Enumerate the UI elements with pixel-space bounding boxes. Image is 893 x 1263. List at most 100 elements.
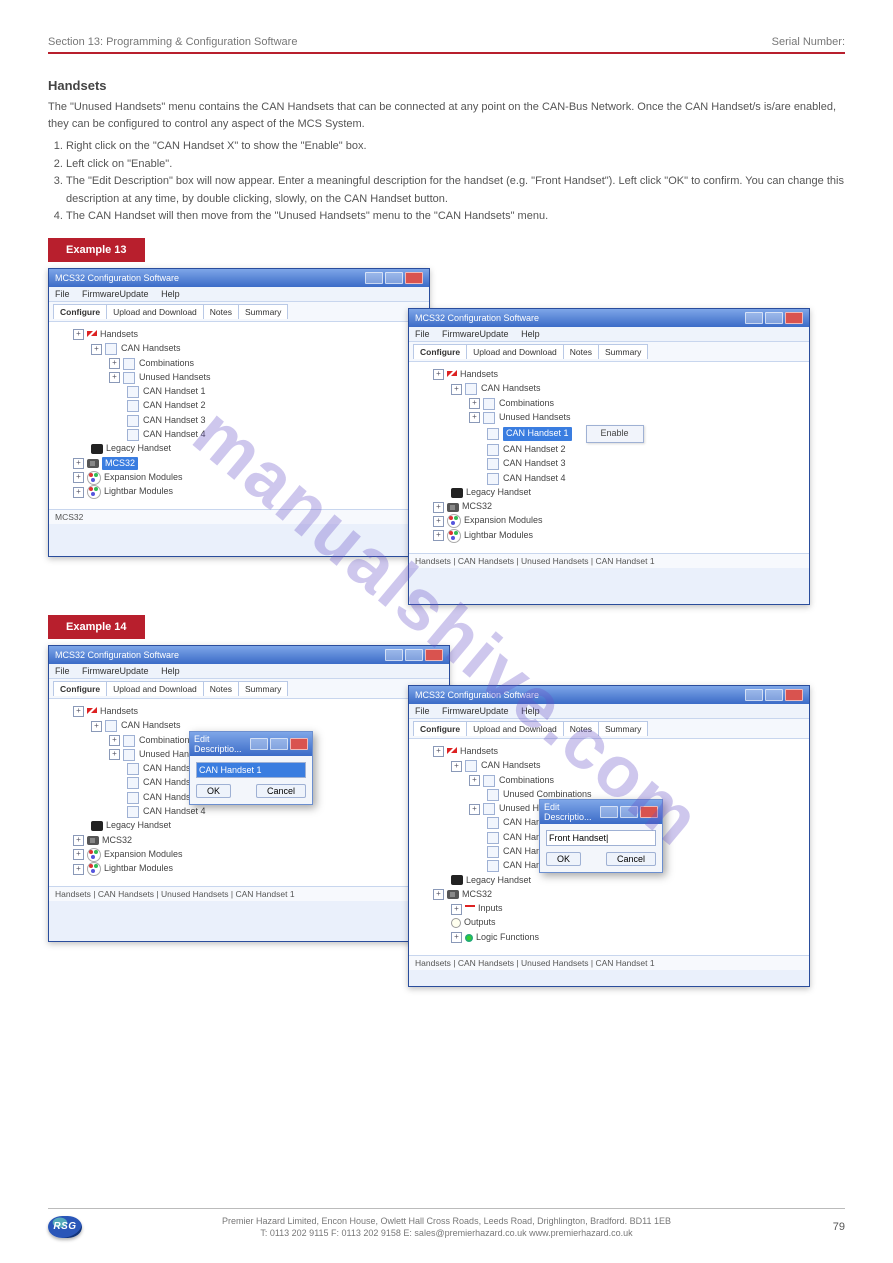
tree-node-logic[interactable]: Logic Functions xyxy=(476,931,539,945)
tree-node-handsets[interactable]: Handsets xyxy=(100,328,138,342)
ok-button[interactable]: OK xyxy=(196,784,231,798)
tree-node-handsets[interactable]: Handsets xyxy=(460,745,498,759)
tree-node-mcs32[interactable]: MCS32 xyxy=(462,500,492,514)
edit-description-dialog[interactable]: Edit Descriptio... OK Cancel xyxy=(189,731,313,805)
close-icon[interactable] xyxy=(290,738,308,750)
tree-node-ch2[interactable]: CAN Handset 2 xyxy=(143,399,206,413)
tree-node-unused-handsets[interactable]: Unused Handsets xyxy=(499,411,571,425)
tree-node-ch2[interactable]: CAN Handset 2 xyxy=(503,443,566,457)
cancel-button[interactable]: Cancel xyxy=(606,852,656,866)
tree-node-legacy[interactable]: Legacy Handset xyxy=(106,819,171,833)
tree-node-ch4[interactable]: CAN Handset 4 xyxy=(503,472,566,486)
tree-node-mcs32[interactable]: MCS32 xyxy=(102,834,132,848)
window-controls[interactable] xyxy=(745,312,803,324)
window-titlebar[interactable]: MCS32 Configuration Software xyxy=(49,269,429,287)
edit-description-dialog[interactable]: Edit Descriptio... OK Cancel xyxy=(539,799,663,873)
tree-node-ch1[interactable]: CAN Handset 1 xyxy=(503,427,572,441)
tree-node-lightbar[interactable]: Lightbar Modules xyxy=(104,485,173,499)
cancel-button[interactable]: Cancel xyxy=(256,784,306,798)
tree-node-inputs[interactable]: Inputs xyxy=(478,902,503,916)
tab-summary[interactable]: Summary xyxy=(238,304,288,319)
tree-node-handsets[interactable]: Handsets xyxy=(100,705,138,719)
tree-node-legacy[interactable]: Legacy Handset xyxy=(106,442,171,456)
menubar[interactable]: File FirmwareUpdate Help xyxy=(49,664,449,679)
tabstrip[interactable]: Configure Upload and Download Notes Summ… xyxy=(409,342,809,362)
window-controls[interactable] xyxy=(365,272,423,284)
tree-node-ch4[interactable]: CAN Handset 4 xyxy=(143,805,206,819)
tree-node-can-handsets[interactable]: CAN Handsets xyxy=(481,759,541,773)
tree-node-expansion[interactable]: Expansion Modules xyxy=(464,514,543,528)
tab-summary[interactable]: Summary xyxy=(238,681,288,696)
window-controls[interactable] xyxy=(385,649,443,661)
tab-configure[interactable]: Configure xyxy=(413,344,467,359)
tab-notes[interactable]: Notes xyxy=(203,304,239,319)
window-titlebar[interactable]: MCS32 Configuration Software xyxy=(409,686,809,704)
menu-help[interactable]: Help xyxy=(521,329,540,339)
tree-node-outputs[interactable]: Outputs xyxy=(464,916,496,930)
menu-file[interactable]: File xyxy=(55,666,70,676)
example13-figure: MCS32 Configuration Software File Firmwa… xyxy=(48,268,845,603)
tree-node-mcs32[interactable]: MCS32 xyxy=(462,888,492,902)
menu-firmware[interactable]: FirmwareUpdate xyxy=(82,666,149,676)
tab-upload-download[interactable]: Upload and Download xyxy=(106,304,204,319)
tree-node-ch3[interactable]: CAN Handset 3 xyxy=(143,414,206,428)
description-input[interactable] xyxy=(546,830,656,846)
tabstrip[interactable]: Configure Upload and Download Notes Summ… xyxy=(49,679,449,699)
tree-node-unused-handsets[interactable]: Unused Handsets xyxy=(139,371,211,385)
menu-file[interactable]: File xyxy=(415,706,430,716)
tab-notes[interactable]: Notes xyxy=(563,344,599,359)
config-tree[interactable]: +Handsets +CAN Handsets +Combinations +U… xyxy=(417,368,801,543)
tree-node-ch4[interactable]: CAN Handset 4 xyxy=(143,428,206,442)
tree-node-can-handsets[interactable]: CAN Handsets xyxy=(121,719,181,733)
menu-help[interactable]: Help xyxy=(161,289,180,299)
window-controls[interactable] xyxy=(745,689,803,701)
window-titlebar[interactable]: MCS32 Configuration Software xyxy=(409,309,809,327)
menu-firmware[interactable]: FirmwareUpdate xyxy=(442,706,509,716)
tab-notes[interactable]: Notes xyxy=(563,721,599,736)
tree-node-lightbar[interactable]: Lightbar Modules xyxy=(104,862,173,876)
tree-node-legacy[interactable]: Legacy Handset xyxy=(466,874,531,888)
tree-node-can-handsets[interactable]: CAN Handsets xyxy=(121,342,181,356)
menubar[interactable]: File FirmwareUpdate Help xyxy=(49,287,429,302)
tab-upload-download[interactable]: Upload and Download xyxy=(466,344,564,359)
handset-icon xyxy=(91,444,103,454)
tree-node-combinations[interactable]: Combinations xyxy=(499,397,554,411)
config-tree[interactable]: +Handsets +CAN Handsets +Combinations +U… xyxy=(57,328,421,499)
tree-node-expansion[interactable]: Expansion Modules xyxy=(104,471,183,485)
tabstrip[interactable]: Configure Upload and Download Notes Summ… xyxy=(409,719,809,739)
menubar[interactable]: File FirmwareUpdate Help xyxy=(409,327,809,342)
tree-node-handsets[interactable]: Handsets xyxy=(460,368,498,382)
menu-firmware[interactable]: FirmwareUpdate xyxy=(442,329,509,339)
menu-help[interactable]: Help xyxy=(161,666,180,676)
tree-collapse-icon[interactable]: + xyxy=(73,329,84,340)
description-input[interactable] xyxy=(196,762,306,778)
tab-summary[interactable]: Summary xyxy=(598,344,648,359)
window-titlebar[interactable]: MCS32 Configuration Software xyxy=(49,646,449,664)
tab-configure[interactable]: Configure xyxy=(413,721,467,736)
tabstrip[interactable]: Configure Upload and Download Notes Summ… xyxy=(49,302,429,322)
tree-node-combinations[interactable]: Combinations xyxy=(139,357,194,371)
menu-file[interactable]: File xyxy=(55,289,70,299)
close-icon[interactable] xyxy=(640,806,658,818)
tree-node-can-handsets[interactable]: CAN Handsets xyxy=(481,382,541,396)
menu-file[interactable]: File xyxy=(415,329,430,339)
menubar[interactable]: File FirmwareUpdate Help xyxy=(409,704,809,719)
tab-notes[interactable]: Notes xyxy=(203,681,239,696)
tab-upload-download[interactable]: Upload and Download xyxy=(106,681,204,696)
tab-upload-download[interactable]: Upload and Download xyxy=(466,721,564,736)
tree-node-ch1[interactable]: CAN Handset 1 xyxy=(143,385,206,399)
tree-node-mcs32[interactable]: MCS32 xyxy=(102,457,138,471)
tree-node-combinations[interactable]: Combinations xyxy=(139,734,194,748)
enable-button[interactable]: Enable xyxy=(586,425,644,443)
menu-firmware[interactable]: FirmwareUpdate xyxy=(82,289,149,299)
tree-node-lightbar[interactable]: Lightbar Modules xyxy=(464,529,533,543)
tab-configure[interactable]: Configure xyxy=(53,681,107,696)
tree-node-ch3[interactable]: CAN Handset 3 xyxy=(503,457,566,471)
tab-summary[interactable]: Summary xyxy=(598,721,648,736)
ok-button[interactable]: OK xyxy=(546,852,581,866)
menu-help[interactable]: Help xyxy=(521,706,540,716)
tree-node-combinations[interactable]: Combinations xyxy=(499,774,554,788)
tab-configure[interactable]: Configure xyxy=(53,304,107,319)
tree-node-expansion[interactable]: Expansion Modules xyxy=(104,848,183,862)
tree-node-legacy[interactable]: Legacy Handset xyxy=(466,486,531,500)
